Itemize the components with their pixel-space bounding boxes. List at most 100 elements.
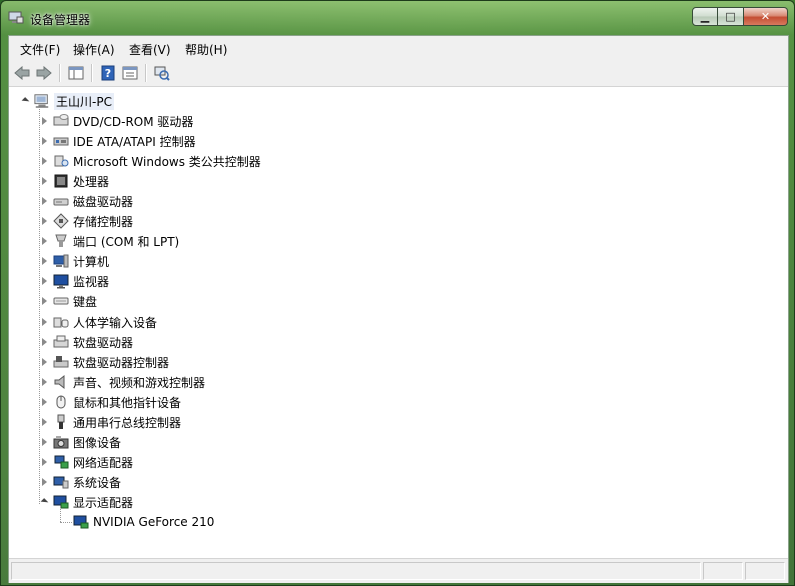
tree-category-label: 磁盘驱动器 — [73, 194, 134, 209]
expand-toggle[interactable] — [39, 417, 49, 427]
help-button[interactable]: ? — [98, 64, 118, 82]
computer-icon — [34, 93, 50, 109]
tree-category[interactable]: 通用串行总线控制器 — [39, 412, 181, 432]
tree-category[interactable]: 存储控制器 — [39, 211, 133, 231]
expand-toggle[interactable] — [39, 216, 49, 226]
processor-icon — [53, 173, 69, 189]
expand-toggle[interactable] — [39, 477, 49, 487]
expand-toggle[interactable] — [39, 317, 49, 327]
tree-category[interactable]: 软盘驱动器 — [39, 332, 133, 352]
expand-toggle[interactable] — [39, 236, 49, 246]
expand-toggle[interactable] — [39, 437, 49, 447]
tree-category[interactable]: 声音、视频和游戏控制器 — [39, 372, 205, 392]
keyboard-icon — [53, 293, 69, 309]
tree-category-label: 鼠标和其他指针设备 — [73, 395, 182, 410]
expand-toggle[interactable] — [39, 156, 49, 166]
expand-toggle[interactable] — [39, 296, 49, 306]
tree-category[interactable]: 计算机 — [39, 251, 109, 271]
tree-category-label: 存储控制器 — [73, 214, 134, 229]
status-pane-secondary — [703, 562, 743, 580]
svg-text:?: ? — [105, 67, 111, 80]
display-adapter-icon — [73, 514, 89, 530]
expand-toggle[interactable] — [39, 136, 49, 146]
network-adapter-icon — [53, 454, 69, 470]
computer-name-label: 王山川-PC — [54, 92, 114, 110]
tree-category-label: IDE ATA/ATAPI 控制器 — [73, 134, 196, 149]
menu-help[interactable]: 帮助(H) — [185, 41, 227, 58]
expand-toggle[interactable] — [39, 397, 49, 407]
port-icon — [53, 233, 69, 249]
tree-category[interactable]: 网络适配器 — [39, 452, 133, 472]
tree-device[interactable]: NVIDIA GeForce 210 — [73, 512, 214, 532]
scan-hardware-icon — [154, 66, 170, 81]
menu-view[interactable]: 查看(V) — [129, 41, 171, 58]
tree-category[interactable]: DVD/CD-ROM 驱动器 — [39, 111, 193, 131]
disk-drive-icon — [53, 193, 69, 209]
expand-toggle[interactable] — [39, 357, 49, 367]
toolbar-separator — [59, 64, 61, 82]
tree-category[interactable]: 鼠标和其他指针设备 — [39, 392, 181, 412]
expand-toggle[interactable] — [39, 276, 49, 286]
tree-category[interactable]: 人体学输入设备 — [39, 312, 157, 332]
close-button[interactable]: ✕ — [744, 7, 788, 26]
tree-category[interactable]: 处理器 — [39, 171, 109, 191]
collapse-toggle[interactable] — [20, 96, 30, 106]
tree-category-label: 处理器 — [73, 174, 110, 189]
menu-file[interactable]: 文件(F) — [20, 41, 60, 58]
expand-toggle[interactable] — [39, 337, 49, 347]
tree-category[interactable]: 键盘 — [39, 291, 97, 311]
scan-hardware-button[interactable] — [152, 64, 172, 82]
tree-category[interactable]: 图像设备 — [39, 432, 121, 452]
tree-category-label: 人体学输入设备 — [73, 315, 158, 330]
collapse-toggle[interactable] — [39, 497, 49, 507]
menu-action[interactable]: 操作(A) — [73, 41, 115, 58]
tree-category[interactable]: IDE ATA/ATAPI 控制器 — [39, 131, 196, 151]
tree-category-label: 端口 (COM 和 LPT) — [73, 234, 180, 249]
expand-toggle[interactable] — [39, 377, 49, 387]
expand-toggle[interactable] — [39, 176, 49, 186]
expand-toggle[interactable] — [39, 196, 49, 206]
hid-icon — [53, 314, 69, 330]
expand-toggle[interactable] — [39, 256, 49, 266]
tree-category[interactable]: 系统设备 — [39, 472, 121, 492]
tree-category[interactable]: 显示适配器 — [39, 492, 133, 512]
tree-category[interactable]: 端口 (COM 和 LPT) — [39, 231, 179, 251]
minimize-icon: ▁ — [700, 10, 710, 23]
toolbar-separator — [91, 64, 93, 82]
tree-category[interactable]: 磁盘驱动器 — [39, 191, 133, 211]
minimize-button[interactable]: ▁ — [692, 7, 718, 26]
console-tree-button[interactable] — [66, 64, 86, 82]
device-manager-window: 设备管理器 ▁ □ ✕ 文件(F) 操作(A) 查看(V) 帮助(H) ? 王山… — [0, 0, 795, 586]
tree-category[interactable]: 软盘驱动器控制器 — [39, 352, 169, 372]
tree-category[interactable]: Microsoft Windows 类公共控制器 — [39, 151, 261, 171]
device-tree: 王山川-PC DVD/CD-ROM 驱动器 IDE ATA/ATAPI 控制器 Mi… — [9, 87, 788, 557]
expand-toggle[interactable] — [39, 116, 49, 126]
back-button[interactable] — [12, 64, 32, 82]
menu-bar: 文件(F) 操作(A) 查看(V) 帮助(H) — [9, 36, 788, 60]
tree-category-label: 声音、视频和游戏控制器 — [73, 375, 206, 390]
tree-device-label: NVIDIA GeForce 210 — [93, 515, 215, 529]
tree-root[interactable]: 王山川-PC — [20, 91, 114, 111]
expand-toggle[interactable] — [39, 457, 49, 467]
floppy-controller-icon — [53, 354, 69, 370]
properties-icon — [122, 66, 138, 80]
toolbar: ? — [9, 60, 788, 87]
display-adapter-icon — [53, 494, 69, 510]
mouse-icon — [53, 394, 69, 410]
client-area: 文件(F) 操作(A) 查看(V) 帮助(H) ? 王山川-PC DVD/CD-… — [8, 35, 789, 583]
speaker-icon — [53, 374, 69, 390]
maximize-button[interactable]: □ — [718, 7, 744, 26]
tree-category-label: 计算机 — [73, 254, 110, 269]
tree-category-label: 网络适配器 — [73, 455, 134, 470]
properties-button[interactable] — [120, 64, 140, 82]
tree-category-label: 软盘驱动器控制器 — [73, 355, 170, 370]
tree-category[interactable]: 监视器 — [39, 271, 109, 291]
forward-button[interactable] — [34, 64, 54, 82]
toolbar-separator — [145, 64, 147, 82]
caption-buttons: ▁ □ ✕ — [692, 7, 788, 26]
ide-controller-icon — [53, 133, 69, 149]
back-icon — [14, 66, 30, 80]
title-bar[interactable]: 设备管理器 ▁ □ ✕ — [1, 1, 794, 35]
help-icon: ? — [101, 65, 115, 81]
tree-category-label: 监视器 — [73, 274, 110, 289]
